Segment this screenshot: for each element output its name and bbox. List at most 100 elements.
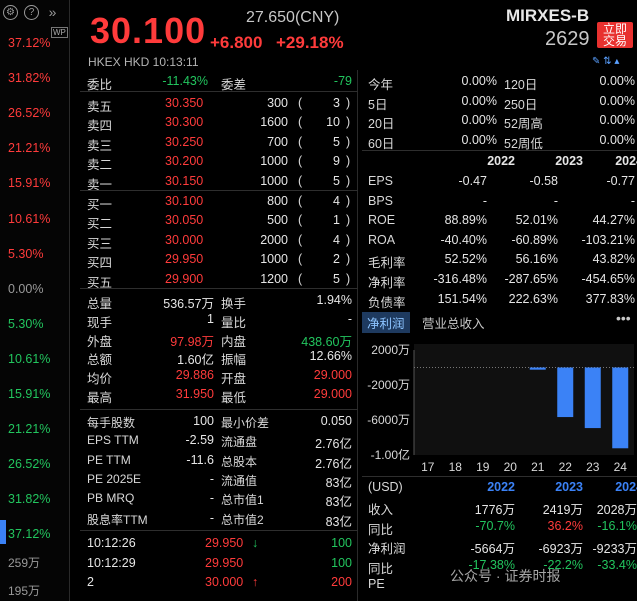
bar-24[interactable] [612, 367, 629, 449]
info-label: PE TTM [87, 452, 131, 467]
level-price: 30.000 [165, 232, 204, 247]
bid-row[interactable]: 买五 29.900 1200(5) [80, 270, 358, 290]
level-qty: 1000 [260, 173, 288, 188]
metric-value: 222.63% [508, 291, 558, 306]
tab-net-profit[interactable]: 净利润 [362, 312, 410, 333]
help-icon[interactable]: ? [24, 4, 39, 20]
level-label: 买四 [87, 256, 113, 271]
bid-row[interactable]: 买三 30.000 2000 (4) [80, 231, 358, 251]
scale-label: 10.61% [8, 351, 51, 366]
paren-open: ( [298, 115, 303, 130]
metric-value: -103.21% [581, 232, 635, 247]
info-label: PB MRQ [87, 491, 135, 506]
divider [80, 91, 358, 92]
bar-23[interactable] [584, 367, 601, 429]
level-price: 30.200 [165, 154, 204, 169]
level-count: 4 [333, 194, 340, 208]
stats-row: 总量 536.57万 换手 1.94% [80, 291, 358, 311]
period-value: 0.00% [461, 132, 497, 147]
info-value: 2.76亿 [315, 456, 352, 471]
metric-value: 88.89% [444, 213, 487, 228]
bid-row[interactable]: 买四 29.950 1000 (2) [80, 250, 358, 270]
scale-label: 5.30% [8, 246, 44, 261]
period-row: 5日 0.00% 250日 0.00% [362, 92, 637, 112]
level-price: 30.050 [165, 213, 204, 228]
metric-value: -287.65% [504, 272, 558, 286]
paren-close: ) [346, 194, 351, 208]
ratio-value: -11.43% [162, 74, 208, 88]
more-icon[interactable]: ••• [616, 310, 631, 326]
paren-open: ( [298, 252, 303, 267]
divider [80, 288, 358, 289]
tick-row: 2 30.000 ↑ 200 [80, 573, 358, 593]
metric-row: ROA -40.40% -60.89% -103.21% [362, 231, 637, 251]
prev-close: 27.650(CNY) [246, 9, 340, 26]
period-row: 20日 0.00% 52周高 0.00% [362, 111, 637, 131]
fin-label: 同比 [368, 522, 394, 537]
chart-tabs: 净利润 营业总收入 ••• [362, 310, 637, 333]
info-value: 2.76亿 [315, 437, 352, 452]
header-tool-icons[interactable]: ✎ ⇅ ▴ [592, 56, 619, 67]
info-row: PB MRQ - 总市值1 83亿 [80, 489, 358, 509]
scale-label: 37.12% [8, 527, 51, 542]
metric-label: 毛利率 [368, 256, 406, 271]
level-qty: 1600 [260, 115, 288, 130]
period-value: 0.00% [461, 74, 497, 88]
period-value: 0.00% [599, 74, 635, 88]
ask-row[interactable]: 卖四 30.300 1600 (10) [80, 113, 358, 133]
tick-time: 2 [87, 575, 94, 589]
level-qty: 800 [267, 194, 288, 208]
tab-revenue[interactable]: 营业总收入 [422, 313, 485, 332]
period-label: 60日 [368, 136, 395, 151]
ask-row[interactable]: 卖三 30.250 700 (5) [80, 133, 358, 153]
stat-value: 29.886 [175, 368, 214, 383]
metric-value: -0.77 [606, 174, 636, 188]
scale-label: 31.82% [8, 71, 51, 86]
scale-label: 5.30% [8, 316, 44, 331]
metric-row: ROE 88.89% 52.01% 44.27% [362, 211, 637, 231]
info-label: PE 2025E [87, 471, 142, 486]
tick-row: 10:12:26 29.950 ↓ 100 [80, 534, 358, 554]
bar-21[interactable] [529, 367, 546, 370]
trade-button[interactable]: 立即 交易 [597, 22, 633, 48]
stat-label: 最高 [87, 391, 113, 405]
metric-value: -40.40% [440, 232, 487, 247]
info-row: 每手股数 100 最小价差 0.050 [80, 412, 358, 432]
level-qty: 700 [267, 134, 288, 149]
info-value: 0.050 [320, 414, 352, 428]
stat-value: 29.000 [313, 387, 352, 401]
paren-open: ( [298, 232, 303, 247]
info-value: 83亿 [325, 514, 352, 529]
year-header: 2022 2023 2024 [362, 152, 637, 172]
info-value: - [209, 510, 214, 525]
paren-open: ( [298, 271, 303, 286]
stats-row: 均价 29.886 开盘 29.000 [80, 366, 358, 386]
fin-value: -16.1% [597, 518, 637, 533]
tick-direction-icon: ↓ [252, 536, 259, 550]
x-tick-label: 24 [614, 460, 628, 472]
last-price: 30.100 [90, 10, 207, 51]
ask-row[interactable]: 卖一 30.150 1000(5) [80, 172, 358, 192]
metric-value: 52.01% [515, 213, 558, 228]
price-change-pct: +29.18% [276, 33, 344, 52]
expand-icon[interactable]: » [45, 4, 60, 20]
fin-value: -6923万 [538, 542, 583, 557]
info-row: EPS TTM -2.59 流通盘 2.76亿 [80, 431, 358, 451]
year-label: 2024 [615, 154, 637, 168]
bid-row[interactable]: 买一 30.100 800 (4) [80, 192, 358, 212]
metric-row: 净利率 -316.48% -287.65% -454.65% [362, 270, 637, 290]
paren-close: ) [346, 213, 351, 228]
level-qty: 1000 [260, 252, 288, 267]
stats-row: 总额 1.60亿 振幅 12.66% [80, 347, 358, 367]
settings-icon[interactable]: ⚙ [3, 4, 18, 20]
plot-area [414, 344, 634, 455]
bar-22[interactable] [557, 367, 574, 418]
divider [362, 476, 637, 477]
divider [362, 150, 637, 151]
bid-row[interactable]: 买二 30.050 500 (1) [80, 211, 358, 231]
paren-open: ( [298, 173, 303, 188]
ask-row[interactable]: 卖二 30.200 1000 (9) [80, 152, 358, 172]
ask-row[interactable]: 卖五 30.350 300 (3) [80, 94, 358, 114]
price-scale-panel: ⚙ ? » WP 37.12% 31.82% 26.52% 21.21% 15.91% 1… [0, 0, 70, 601]
period-value: 0.00% [599, 93, 635, 108]
